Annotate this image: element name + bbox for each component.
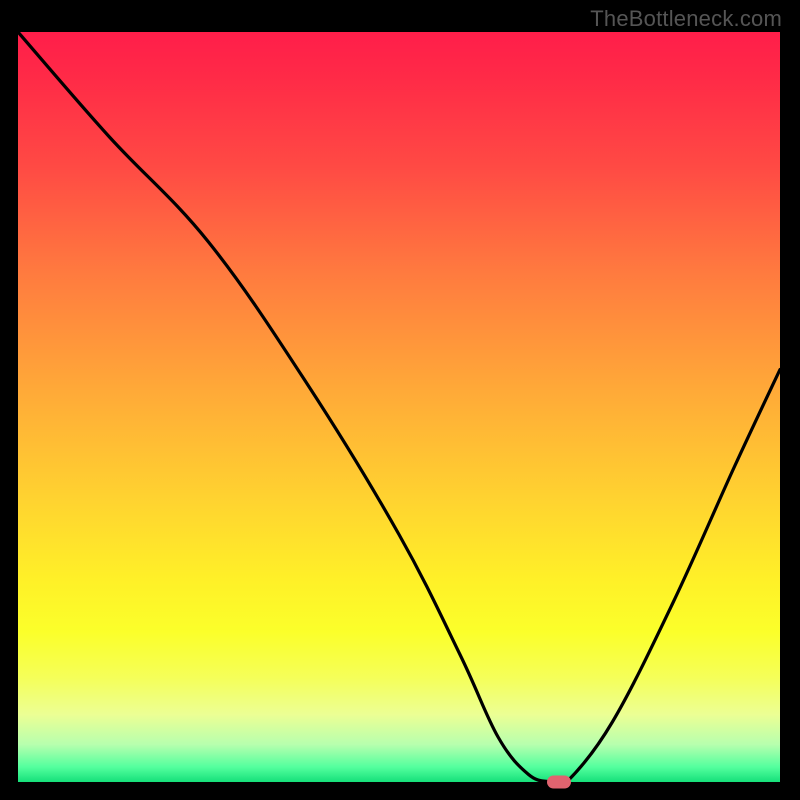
watermark-text: TheBottleneck.com: [590, 6, 782, 32]
chart-svg: [18, 32, 780, 782]
chart-area: [18, 32, 780, 782]
optimal-point-marker: [547, 776, 571, 789]
bottleneck-curve: [18, 32, 780, 782]
